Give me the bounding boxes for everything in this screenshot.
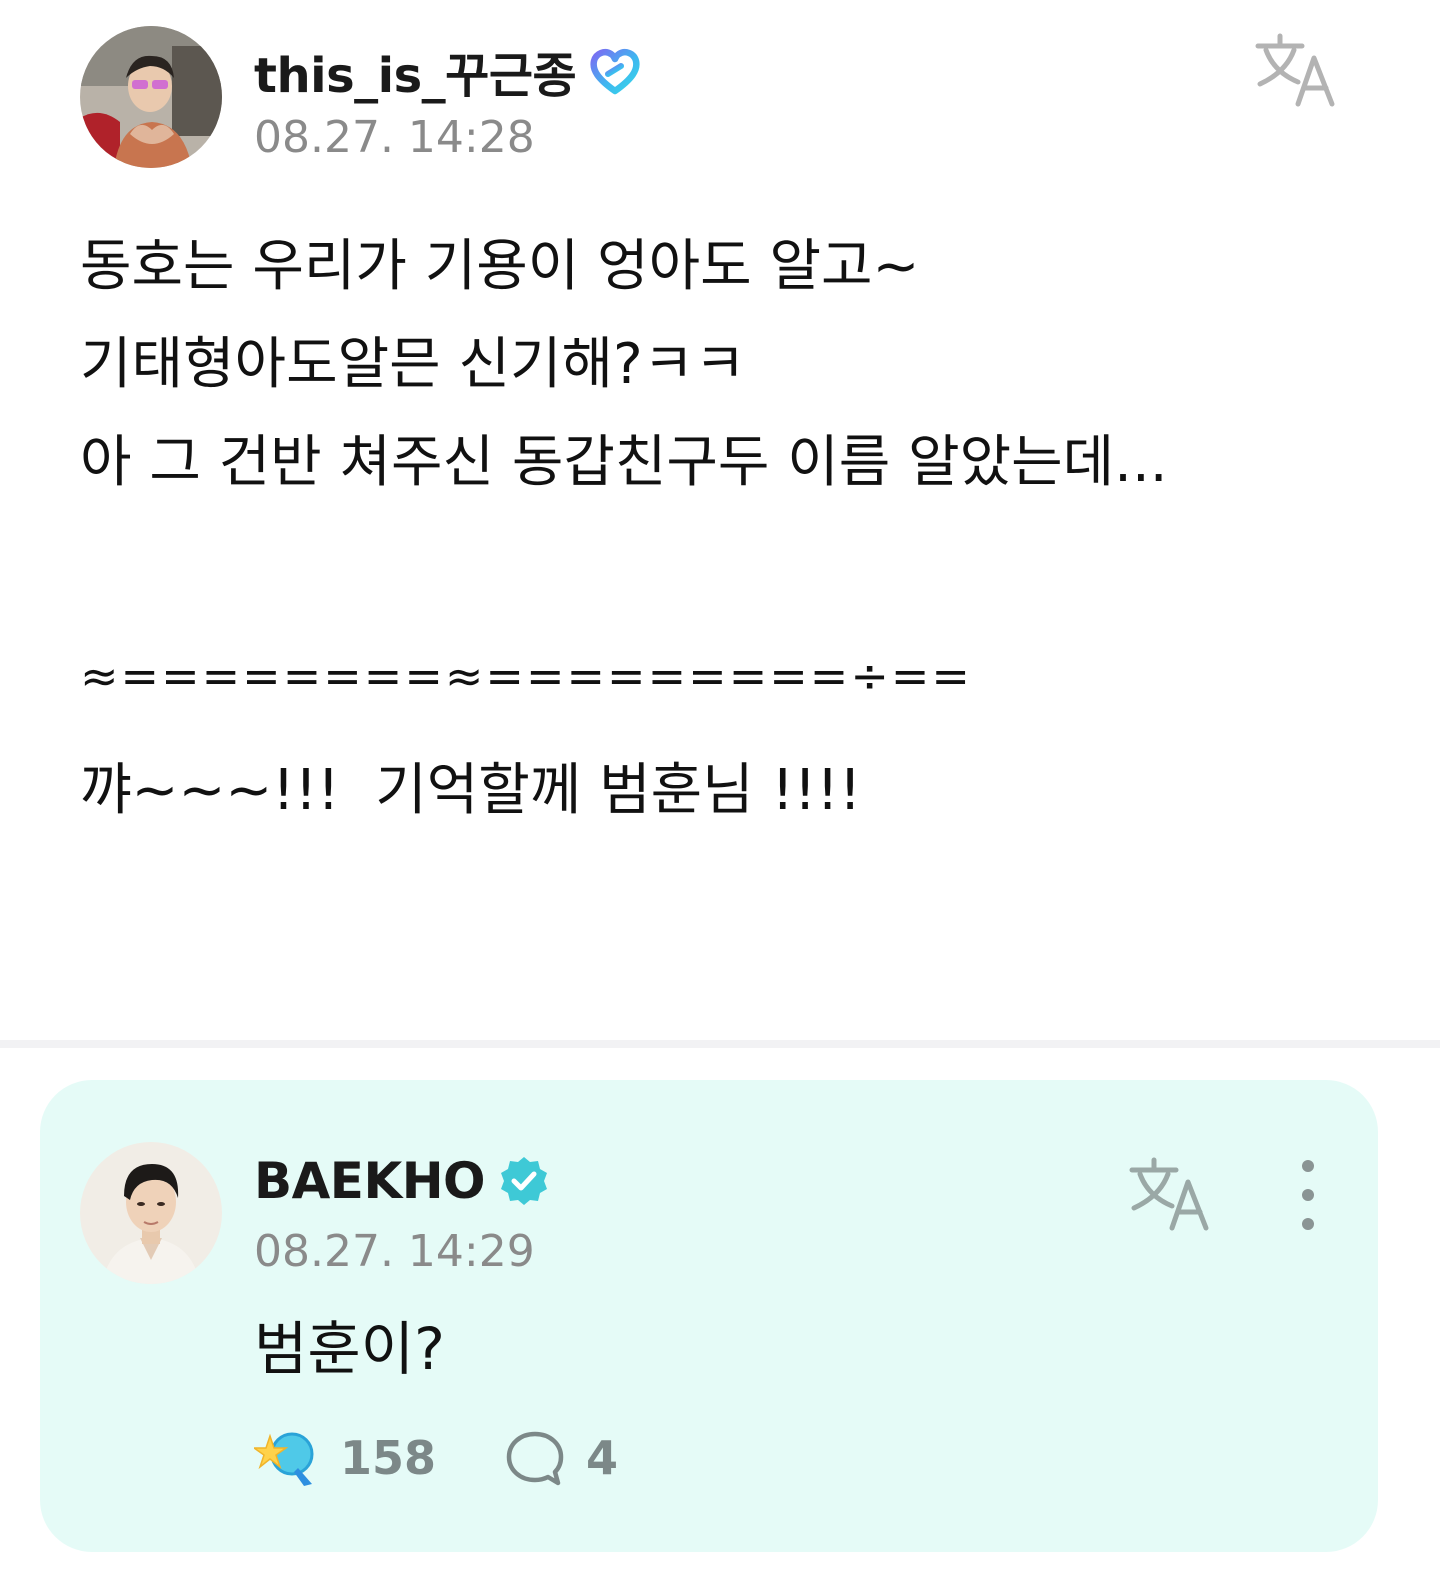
post-line: 동호는 우리가 기용이 엉아도 알고~ — [80, 234, 920, 299]
verified-check-icon — [501, 1157, 548, 1205]
comment-bubble-icon — [506, 1431, 564, 1486]
translate-icon — [1129, 1157, 1209, 1231]
translate-icon — [1255, 33, 1335, 107]
post-author-avatar[interactable] — [80, 26, 222, 168]
post-author-name-row[interactable]: this_is_꾸근종 — [254, 36, 642, 106]
reply-author-avatar[interactable] — [80, 1142, 222, 1284]
reply-timestamp: 08.27. 14:29 — [254, 1226, 535, 1277]
like-button[interactable]: 158 — [254, 1428, 436, 1488]
translate-button[interactable] — [1252, 30, 1342, 110]
comment-count: 4 — [586, 1431, 619, 1485]
more-options-button[interactable] — [1286, 1160, 1330, 1230]
post-line: 기태형아도알믄 신기해?ㅋㅋ — [80, 332, 746, 397]
post-timestamp: 08.27. 14:28 — [254, 112, 535, 163]
section-divider — [0, 1040, 1440, 1048]
reply-text: 범훈이? — [254, 1315, 445, 1383]
post-author-name[interactable]: this_is_꾸근종 — [254, 36, 577, 106]
like-sticker-icon — [254, 1432, 314, 1486]
reply-author-name-row[interactable]: BAEKHO — [254, 1152, 551, 1210]
like-count: 158 — [340, 1431, 437, 1485]
post-line: 아 그 건반 쳐주신 동갑친구두 이름 알았는데... — [80, 430, 1168, 495]
comment-button[interactable]: 4 — [504, 1428, 618, 1488]
post-line: 꺄~~~!!! 기억할께 범훈님 !!!! — [80, 758, 862, 823]
fan-post: this_is_꾸근종 08.27. 14:28 동호는 우리가 기용이 엉아도… — [0, 0, 1440, 1046]
reply-translate-button[interactable] — [1126, 1154, 1216, 1234]
reply-stats: 158 4 — [254, 1426, 686, 1490]
post-body: 동호는 우리가 기용이 엉아도 알고~ 기태형아도알믄 신기해?ㅋㅋ 아 그 건… — [80, 218, 1370, 840]
reply-author-name[interactable]: BAEKHO — [254, 1152, 486, 1210]
more-vertical-icon — [1302, 1160, 1314, 1172]
artist-reply-card[interactable]: BAEKHO 08.27. 14:29 범훈이? 158 4 — [40, 1080, 1378, 1552]
post-line-blank — [80, 512, 1370, 610]
post-line: ≈========≈=========÷== — [80, 649, 972, 703]
heart-badge-icon — [590, 49, 640, 95]
